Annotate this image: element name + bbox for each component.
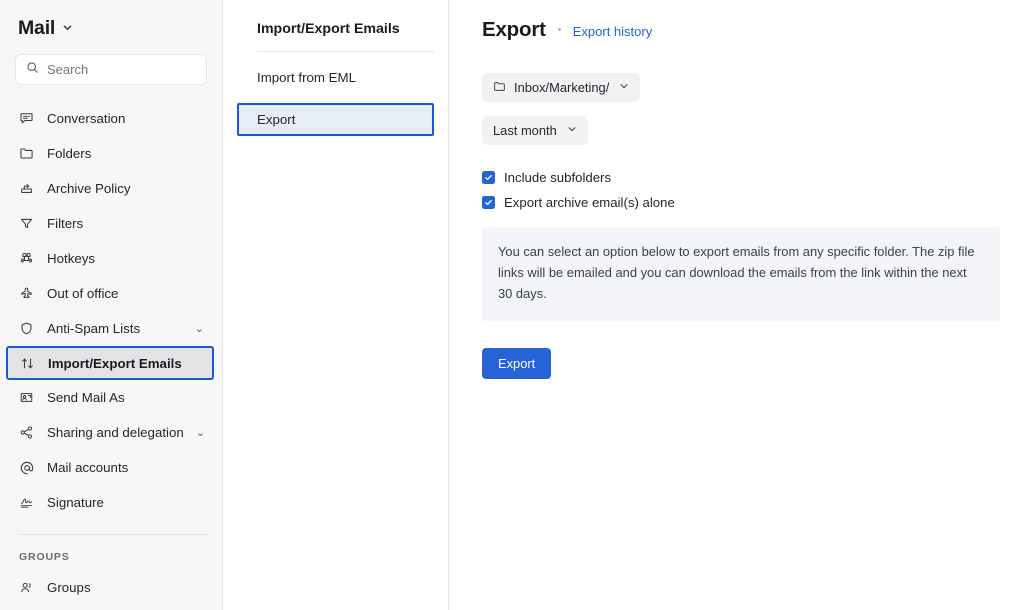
folder-icon [18, 145, 35, 162]
sidebar-item-conversation[interactable]: Conversation [0, 101, 222, 136]
sidebar-item-mail-accounts[interactable]: Mail accounts [0, 450, 222, 485]
checkbox-label: Export archive email(s) alone [504, 195, 675, 210]
chevron-down-icon [567, 124, 577, 137]
check-icon [482, 196, 495, 209]
out-of-office-icon [18, 285, 35, 302]
search-icon [26, 61, 39, 79]
sidebar-item-label: Conversation [47, 111, 126, 126]
folder-select-value: Inbox/Marketing/ [514, 80, 610, 95]
check-icon [482, 171, 495, 184]
sidebar-item-label: Archive Policy [47, 181, 131, 196]
command-icon [18, 250, 35, 267]
folder-select[interactable]: Inbox/Marketing/ [482, 73, 641, 102]
shield-icon [18, 320, 35, 337]
archive-icon [18, 180, 35, 197]
page-title: Export [482, 18, 546, 41]
sidebar-item-label: Folders [47, 146, 92, 161]
sidebar-item-label: Send Mail As [47, 390, 125, 405]
period-select[interactable]: Last month [482, 116, 588, 145]
info-message: You can select an option below to export… [482, 227, 1000, 321]
midcol-item-export[interactable]: Export [237, 103, 434, 136]
checkbox-export-archive-emails-alone[interactable]: Export archive email(s) alone [482, 195, 1000, 210]
main-header: Export Export history [482, 18, 1000, 42]
sidebar-nav: Conversation Folders Archive Policy Filt… [0, 101, 222, 605]
middle-column-divider [257, 51, 434, 52]
conversation-icon [18, 110, 35, 127]
chevron-down-icon[interactable]: ⌄ [196, 426, 209, 439]
filter-icon [18, 215, 35, 232]
export-options: Include subfolders Export archive email(… [482, 170, 1000, 210]
app-root: Mail Conversation [0, 0, 1024, 610]
export-controls: Inbox/Marketing/ Last month Include subf… [482, 73, 1000, 379]
sidebar-item-out-of-office[interactable]: Out of office [0, 276, 222, 311]
middle-column-title: Import/Export Emails [257, 21, 400, 37]
brand-switcher[interactable]: Mail [0, 0, 222, 40]
sidebar-item-folders[interactable]: Folders [0, 136, 222, 171]
sidebar-item-label: Sharing and delegation [47, 425, 184, 440]
checkbox-label: Include subfolders [504, 170, 612, 185]
export-history-link[interactable]: Export history [573, 24, 652, 39]
brand-title: Mail [18, 17, 56, 39]
midcol-item-import-from-eml[interactable]: Import from EML [237, 61, 434, 94]
import-export-icon [19, 355, 36, 372]
folder-icon [493, 80, 506, 96]
checkbox-include-subfolders[interactable]: Include subfolders [482, 170, 1000, 185]
send-mail-as-icon [18, 389, 35, 406]
sidebar-item-anti-spam-lists[interactable]: Anti-Spam Lists ⌄ [0, 311, 222, 346]
search-box[interactable] [15, 54, 207, 85]
sidebar-item-label: Signature [47, 495, 104, 510]
separator-dot-icon [557, 28, 561, 31]
sidebar-item-label: Mail accounts [47, 460, 129, 475]
sidebar-item-label: Hotkeys [47, 251, 96, 266]
main-panel: Export Export history Inbox/Marketing/ L… [449, 0, 1024, 610]
sidebar-item-label: Filters [47, 216, 84, 231]
search-container [0, 40, 222, 85]
sidebar-item-sharing-and-delegation[interactable]: Sharing and delegation ⌄ [0, 415, 222, 450]
sidebar-item-signature[interactable]: Signature [0, 485, 222, 520]
sidebar-section-header-groups: GROUPS [19, 551, 70, 563]
chevron-down-icon [619, 81, 629, 94]
sidebar-item-import-export-emails[interactable]: Import/Export Emails [6, 346, 214, 380]
signature-icon [18, 494, 35, 511]
left-sidebar: Mail Conversation [0, 0, 223, 610]
sidebar-item-groups[interactable]: Groups [0, 570, 222, 605]
middle-column: Import/Export Emails Import from EML Exp… [223, 0, 449, 610]
sidebar-item-label: Groups [47, 580, 91, 595]
export-button[interactable]: Export [482, 347, 552, 379]
at-sign-icon [18, 459, 35, 476]
sidebar-item-label: Import/Export Emails [48, 355, 182, 371]
search-input[interactable] [47, 62, 196, 77]
users-icon [18, 579, 35, 596]
sidebar-item-archive-policy[interactable]: Archive Policy [0, 171, 222, 206]
chevron-down-icon[interactable]: ⌄ [195, 322, 208, 335]
sidebar-item-hotkeys[interactable]: Hotkeys [0, 241, 222, 276]
sidebar-item-label: Out of office [47, 286, 119, 301]
sidebar-item-label: Anti-Spam Lists [47, 321, 141, 336]
sidebar-item-send-mail-as[interactable]: Send Mail As [0, 380, 222, 415]
period-select-value: Last month [493, 123, 557, 138]
period-row: Last month [482, 116, 1000, 145]
share-icon [18, 424, 35, 441]
sidebar-item-filters[interactable]: Filters [0, 206, 222, 241]
chevron-down-icon [62, 20, 73, 38]
